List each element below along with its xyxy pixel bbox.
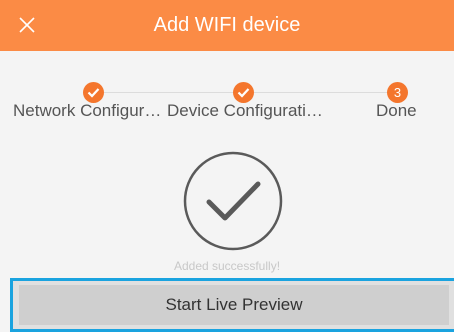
success-message: Added successfully! xyxy=(173,259,281,273)
step-2-marker xyxy=(233,82,254,103)
focus-frame: Start Live Preview xyxy=(10,278,454,332)
header-bar: Add WIFI device xyxy=(0,0,454,51)
step-3-marker: 3 xyxy=(387,82,408,103)
step-connector xyxy=(254,92,389,93)
check-circle-icon xyxy=(183,151,283,251)
check-icon xyxy=(87,88,100,98)
step-2-label: Device Configurati… xyxy=(167,101,323,120)
page-title: Add WIFI device xyxy=(153,14,301,36)
step-1-label: Network Configur… xyxy=(13,101,162,120)
step-1-marker xyxy=(83,82,104,103)
check-icon xyxy=(237,88,250,98)
progress-steps: 3 Network Configur… Device Configurati… … xyxy=(0,76,454,136)
success-indicator xyxy=(182,150,284,252)
step-connector xyxy=(104,92,234,93)
step-3-label: Done xyxy=(376,101,417,120)
start-live-preview-button[interactable]: Start Live Preview xyxy=(19,285,449,325)
